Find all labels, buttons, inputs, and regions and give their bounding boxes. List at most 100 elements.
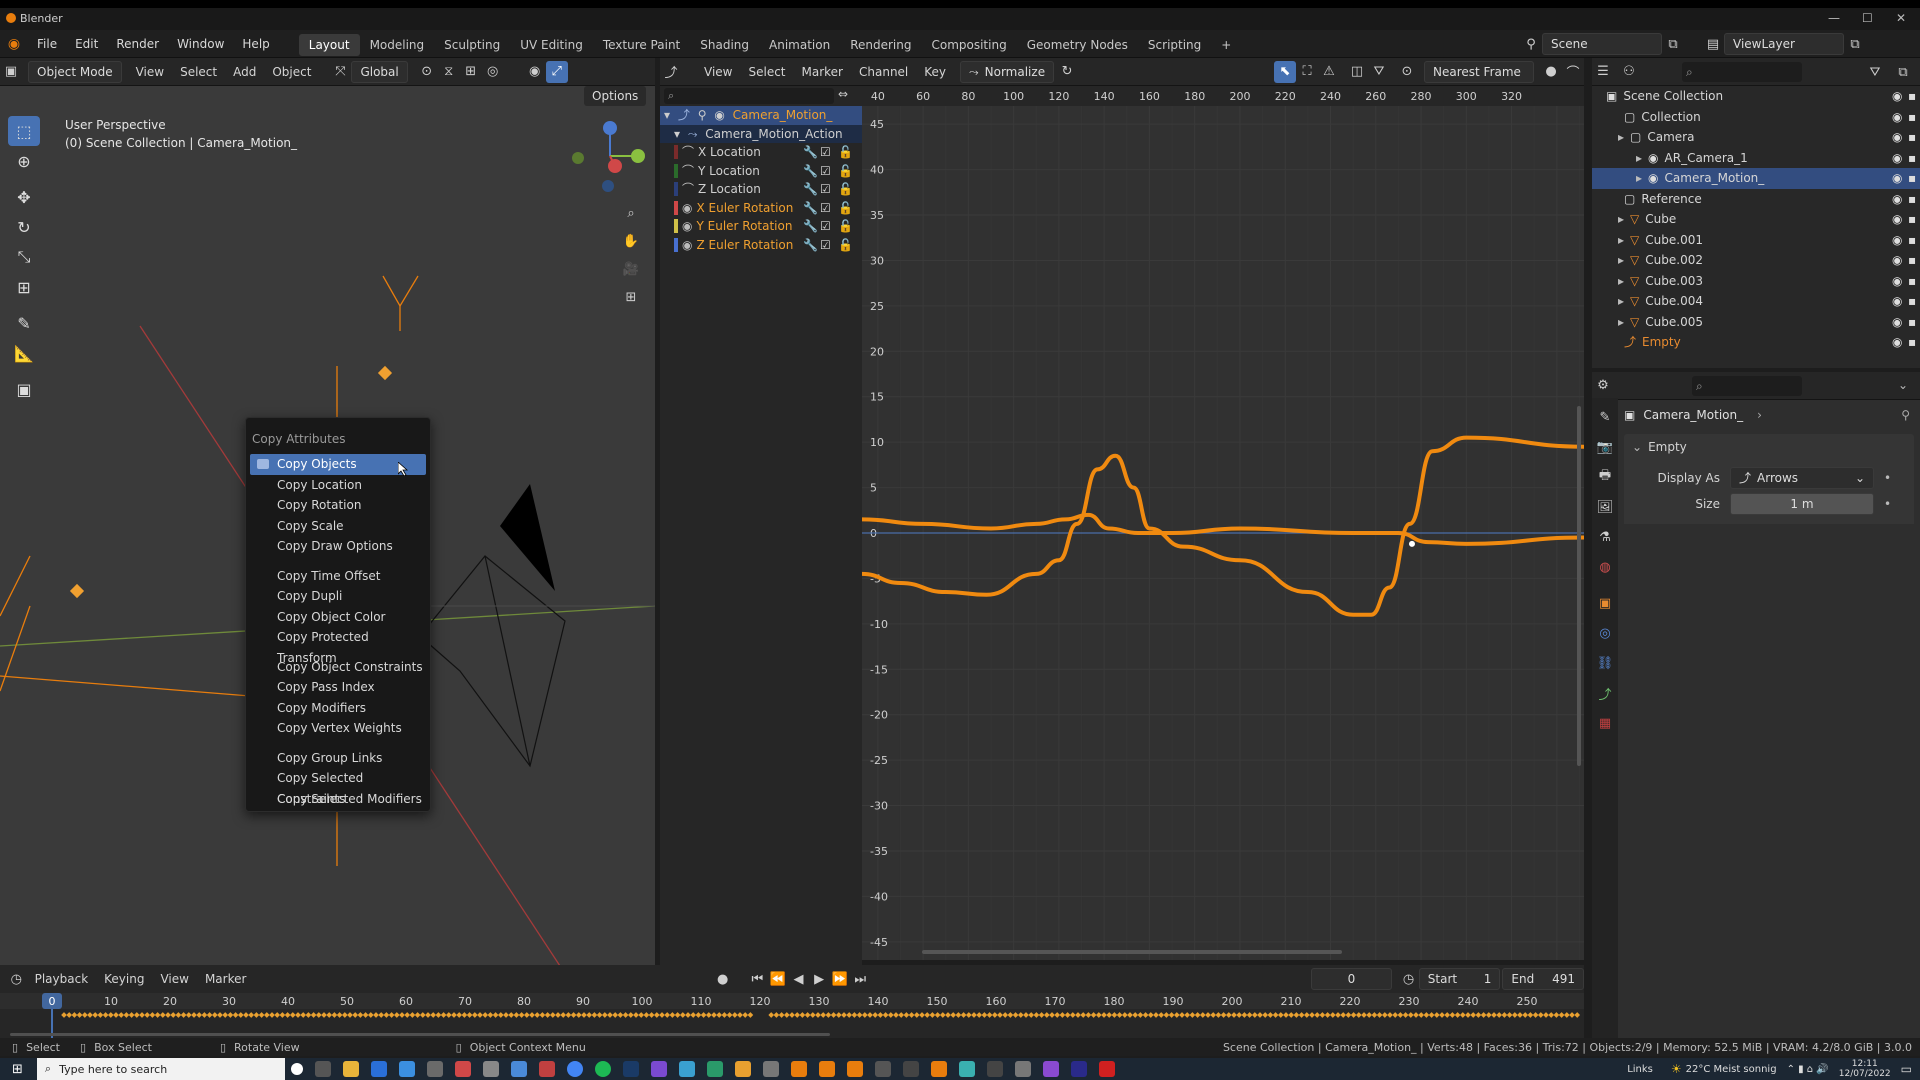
eye-icon[interactable]: ◉ <box>1892 209 1902 230</box>
fcurve-channel[interactable]: ◉ X Euler Rotation 🔧 ☑ 🔓 <box>660 199 862 218</box>
jump-end-icon[interactable]: ⏭ <box>850 968 871 990</box>
new-collection-icon[interactable]: ⧉ <box>1892 61 1914 83</box>
outliner-item[interactable]: ▸ ▽ Cube ◉ ▪ <box>1592 209 1920 230</box>
jump-start-icon[interactable]: ⏮ <box>747 968 768 990</box>
app-icon-3[interactable] <box>426 1061 443 1077</box>
snap-grid-icon[interactable]: ⊞ <box>460 61 482 83</box>
expand-arrow-icon[interactable]: ▸ <box>1592 294 1624 308</box>
menu-item-copy-dupli[interactable]: Copy Dupli <box>246 586 430 607</box>
blender-taskbar-icon-2[interactable] <box>818 1061 835 1077</box>
display-as-dropdown[interactable]: ⤴ Arrows ⌄ <box>1730 467 1874 489</box>
lock-icon[interactable]: 🔓 <box>838 180 853 199</box>
pivot-point-icon[interactable]: ⊙ <box>1396 61 1418 83</box>
render-camera-icon[interactable]: ▪ <box>1908 209 1916 230</box>
timeline-menu-view[interactable]: View <box>152 972 196 986</box>
viewport-menu-object[interactable]: Object <box>264 58 319 86</box>
graph-area[interactable]: 454035302520151050-5-10-15-20-25-30-35-4… <box>862 106 1584 960</box>
prev-keyframe-icon[interactable]: ⏪ <box>768 968 789 990</box>
expand-arrow-icon[interactable]: ▸ <box>1592 253 1624 267</box>
modifier-wrench-icon[interactable]: 🔧 <box>803 162 818 181</box>
task-view-icon[interactable] <box>314 1061 331 1077</box>
clock[interactable]: 12:11 12/07/2022 <box>1839 1059 1891 1079</box>
visibility-eye-icon[interactable]: ◉ <box>682 219 692 233</box>
graph-editor-type-icon[interactable]: ⤴ <box>660 61 682 83</box>
menu-edit[interactable]: Edit <box>66 30 107 58</box>
proportional-icon[interactable]: ● <box>1540 61 1562 83</box>
eye-icon[interactable]: ◉ <box>1892 107 1902 128</box>
lock-icon[interactable]: 🔓 <box>838 199 853 218</box>
eye-icon[interactable]: ◉ <box>1892 86 1902 107</box>
outliner-search-input[interactable]: ⌕ <box>1682 62 1802 82</box>
outliner-filter-icon[interactable]: ⛛ <box>1864 61 1886 83</box>
eye-icon[interactable]: ◉ <box>1892 332 1902 353</box>
render-camera-icon[interactable]: ▪ <box>1908 230 1916 251</box>
app-icon-17[interactable] <box>1042 1061 1059 1077</box>
menu-render[interactable]: Render <box>107 30 168 58</box>
modifier-wrench-icon[interactable]: 🔧 <box>803 180 818 199</box>
action-channel[interactable]: ▾ ⤳ Camera_Motion_Action <box>660 124 862 143</box>
camera-view-icon[interactable]: 🎥 <box>620 258 642 280</box>
expand-arrow-icon[interactable]: ▸ <box>1592 274 1624 288</box>
tool-tab-icon[interactable]: ✎ <box>1594 406 1616 428</box>
tab-texture-paint[interactable]: Texture Paint <box>593 34 690 56</box>
world-tab-icon[interactable]: ◍ <box>1594 556 1616 578</box>
vertical-scrollbar[interactable] <box>1577 406 1581 766</box>
fcurve-channel[interactable]: ⌒ Y Location 🔧 ☑ 🔓 <box>660 162 862 181</box>
outliner-item[interactable]: ▸ ▽ Cube.005 ◉ ▪ <box>1592 312 1920 333</box>
expand-arrow-icon[interactable] <box>1592 335 1618 349</box>
expand-arrow-icon[interactable]: ▸ <box>1592 171 1642 185</box>
falloff-icon[interactable]: ⌒ <box>1562 61 1584 83</box>
menu-item-copy-time-offset[interactable]: Copy Time Offset <box>246 566 430 587</box>
object-tab-icon[interactable]: ▣ <box>1594 592 1616 614</box>
pivot-icon[interactable]: ⊙ <box>416 61 438 83</box>
chrome-icon[interactable] <box>566 1061 583 1077</box>
add-workspace-button[interactable]: + <box>1211 34 1241 56</box>
blender-taskbar-icon-3[interactable] <box>846 1061 863 1077</box>
neg-z-axis-icon[interactable] <box>602 180 614 192</box>
menu-item-copy-object-color[interactable]: Copy Object Color <box>246 607 430 628</box>
navigation-gizmo[interactable] <box>570 116 650 196</box>
eye-icon[interactable]: ◉ <box>1892 271 1902 292</box>
cortana-icon[interactable] <box>290 1063 303 1075</box>
menu-item-copy-pass-index[interactable]: Copy Pass Index <box>246 677 430 698</box>
select-box-tool[interactable]: ⬚ <box>8 116 40 146</box>
editor-type-icon[interactable]: ▣ <box>0 61 22 83</box>
app-icon-8[interactable] <box>650 1061 667 1077</box>
menu-item-copy-group-links[interactable]: Copy Group Links <box>246 748 430 769</box>
measure-tool[interactable]: 📐 <box>8 338 40 368</box>
lock-icon[interactable]: 🔓 <box>838 217 853 236</box>
render-camera-icon[interactable]: ▪ <box>1908 168 1916 189</box>
mute-checkbox-icon[interactable]: ☑ <box>820 162 831 181</box>
properties-search-input[interactable]: ⌕ <box>1692 376 1802 396</box>
curve-icon[interactable]: ⌒ <box>682 145 694 159</box>
tab-scripting[interactable]: Scripting <box>1138 34 1211 56</box>
menu-item-copy-selected-modifiers[interactable]: Copy Selected Modifiers <box>246 789 430 810</box>
outliner-item[interactable]: ▸ ▽ Cube.003 ◉ ▪ <box>1592 271 1920 292</box>
physics-tab-icon[interactable]: ◎ <box>1594 622 1616 644</box>
render-camera-icon[interactable]: ▪ <box>1908 127 1916 148</box>
file-explorer-icon[interactable] <box>342 1061 359 1077</box>
viewport-menu-select[interactable]: Select <box>172 58 225 86</box>
render-tab-icon[interactable]: 📷 <box>1594 436 1616 458</box>
scene-selector[interactable]: Scene <box>1542 33 1662 55</box>
tab-rendering[interactable]: Rendering <box>840 34 921 56</box>
normalize-toggle[interactable]: ⤳ Normalize <box>960 60 1055 83</box>
swap-icon[interactable]: ⇔ <box>838 87 848 101</box>
mute-checkbox-icon[interactable]: ☑ <box>820 180 831 199</box>
app-icon-6[interactable] <box>510 1061 527 1077</box>
show-hidden-icon[interactable]: ⛶ <box>1296 61 1318 83</box>
app-icon-10[interactable] <box>706 1061 723 1077</box>
outliner-item[interactable]: ▸ ▽ Cube.002 ◉ ▪ <box>1592 250 1920 271</box>
graph-menu-select[interactable]: Select <box>740 58 793 86</box>
x-axis-icon[interactable] <box>608 159 622 173</box>
pin-icon[interactable]: ⚲ <box>1901 408 1910 422</box>
tab-sculpting[interactable]: Sculpting <box>434 34 510 56</box>
maximize-icon[interactable]: ☐ <box>1862 11 1873 25</box>
frame-ruler[interactable]: 40 60 80 100 120 140 160 180 200 220 240 260 280 300 3… <box>862 86 1584 106</box>
gizmo-icon[interactable]: ⤢ <box>545 60 568 83</box>
eye-icon[interactable]: ◉ <box>1892 148 1902 169</box>
tab-geometry-nodes[interactable]: Geometry Nodes <box>1017 34 1138 56</box>
menu-file[interactable]: File <box>28 30 66 58</box>
viewport-menu-add[interactable]: Add <box>225 58 264 86</box>
snap-mode-dropdown[interactable]: Nearest Frame <box>1424 60 1534 83</box>
